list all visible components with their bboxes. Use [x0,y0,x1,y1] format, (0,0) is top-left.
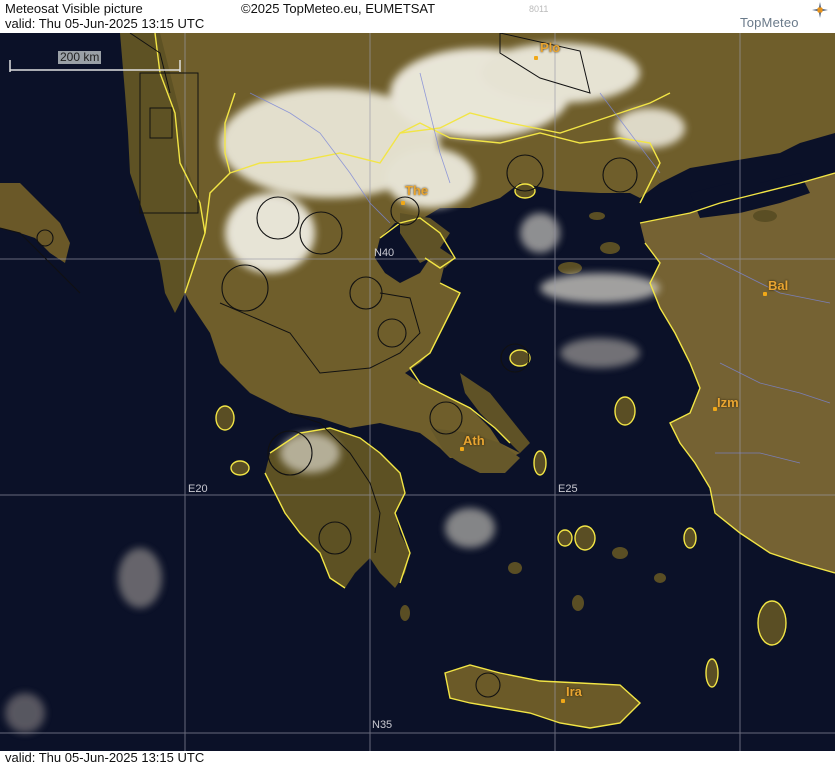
grid-label-n35: N35 [372,719,393,731]
city-marker-the [401,201,405,205]
grid-label-e25: E25 [558,483,578,495]
grid-label-n40: N40 [374,247,395,259]
grid-label-e20: E20 [188,483,208,495]
footer-bar: valid: Thu 05-Jun-2025 13:15 UTC [0,751,835,765]
city-marker-plo [534,56,538,60]
copyright-text: ©2025 TopMeteo.eu, EUMETSAT [241,1,436,16]
sun-icon [812,2,828,18]
scale-label: 200 km [58,50,102,64]
footer-valid-time: valid: Thu 05-Jun-2025 13:15 UTC [5,750,205,765]
city-label-ira[interactable]: Ira [566,684,582,699]
logo-text: TopMeteo [740,15,799,30]
map-canvas [0,33,835,751]
city-marker-ira [561,699,565,703]
topmeteo-logo[interactable]: TopMeteo [740,2,832,32]
city-marker-bal [763,292,767,296]
header-bar: Meteosat Visible picture valid: Thu 05-J… [0,0,835,33]
city-label-ath[interactable]: Ath [463,433,485,448]
valid-time: valid: Thu 05-Jun-2025 13:15 UTC [5,16,205,31]
city-label-plo[interactable]: Plo [540,40,560,55]
image-title: Meteosat Visible picture [5,1,143,16]
satellite-image-frame: Meteosat Visible picture valid: Thu 05-J… [0,0,835,765]
city-label-izm[interactable]: Izm [717,395,739,410]
image-code: 8011 [529,4,549,14]
city-label-bal[interactable]: Bal [768,278,788,293]
city-label-the[interactable]: The [405,183,428,198]
satellite-map[interactable]: 200 km N40 N35 E20 E25 Plo The Bal Izm A… [0,33,835,751]
